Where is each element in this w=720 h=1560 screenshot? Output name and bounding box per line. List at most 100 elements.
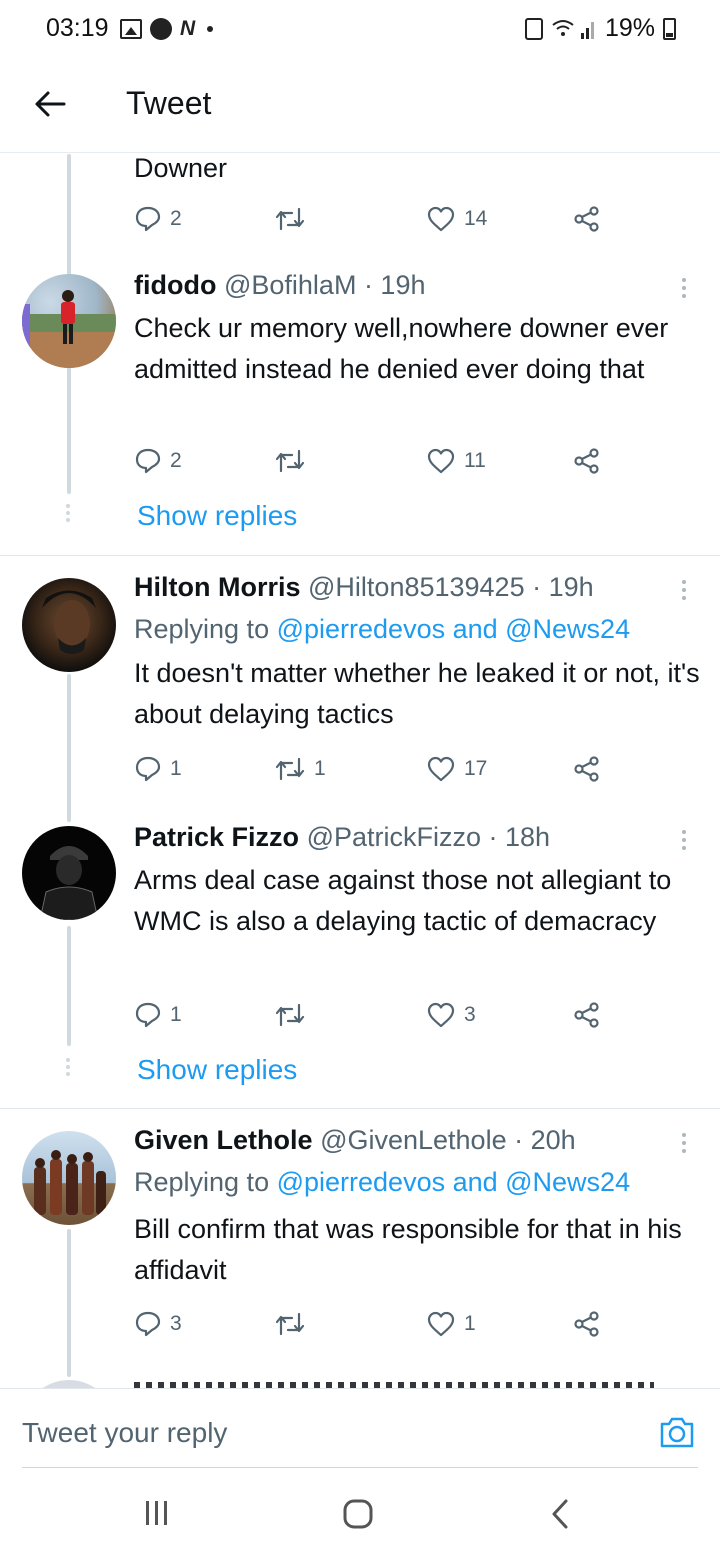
- share-button[interactable]: [572, 998, 602, 1032]
- avatar-image: [22, 290, 116, 368]
- share-icon: [574, 1002, 599, 1028]
- tweet-partial[interactable]: Downer 2 14: [0, 154, 720, 254]
- share-button[interactable]: [572, 444, 602, 478]
- status-time: 03:19: [46, 14, 109, 42]
- like-count: 17: [464, 757, 488, 780]
- avatar[interactable]: [22, 826, 116, 920]
- tweet-fidodo[interactable]: fidodo @BofihlaM · 19h Check ur memory w…: [0, 254, 720, 554]
- like-icon: [427, 1311, 455, 1337]
- display-name[interactable]: Hilton Morris: [134, 572, 301, 602]
- tweet-cutoff[interactable]: [0, 1376, 720, 1388]
- like-icon: [427, 756, 455, 782]
- reply-input[interactable]: Tweet your reply: [22, 1417, 227, 1449]
- camera-icon: [660, 1417, 694, 1448]
- handle-time: @BofihlaM · 19h: [223, 270, 426, 300]
- replies-feed[interactable]: Downer 2 14 fidodo @BofihlaM · 19h Check…: [0, 154, 720, 1388]
- retweet-button[interactable]: [274, 1307, 314, 1341]
- wifi-signal-icon: [552, 19, 594, 39]
- display-name[interactable]: Given Lethole: [134, 1125, 313, 1155]
- back-button[interactable]: [30, 84, 70, 124]
- tweet-text: Downer: [134, 154, 228, 183]
- mention-links[interactable]: @pierredevos and @News24: [277, 614, 631, 644]
- tweet-text: Check ur memory well,nowhere downer ever…: [134, 313, 669, 384]
- more-icon[interactable]: [682, 830, 686, 850]
- reply-count: 2: [170, 207, 182, 230]
- reply-count: 1: [170, 1003, 182, 1026]
- recents-icon: [146, 1501, 167, 1525]
- avatar[interactable]: [22, 1131, 116, 1225]
- share-icon: [574, 1311, 599, 1337]
- tweet-header: Patrick Fizzo @PatrickFizzo · 18h: [134, 822, 550, 853]
- gallery-icon: [120, 19, 142, 39]
- handle-time: @GivenLethole · 20h: [320, 1125, 576, 1155]
- status-right: 19%: [524, 14, 676, 43]
- like-button[interactable]: 1: [426, 1307, 476, 1341]
- more-icon[interactable]: [682, 580, 686, 600]
- like-button[interactable]: 11: [426, 444, 486, 478]
- avatar[interactable]: [22, 1380, 116, 1388]
- show-replies-link[interactable]: Show replies: [137, 1054, 297, 1086]
- reply-icon: [135, 206, 161, 232]
- reply-icon: [135, 1002, 161, 1028]
- battery-icon: [663, 17, 676, 40]
- retweet-button[interactable]: 1: [274, 752, 326, 786]
- avatar-image: [39, 846, 99, 920]
- notification-icons: N: [120, 17, 214, 41]
- share-button[interactable]: [572, 752, 602, 786]
- tweet-patrick-fizzo[interactable]: Patrick Fizzo @PatrickFizzo · 18h Arms d…: [0, 806, 720, 1106]
- retweet-icon: [275, 1312, 305, 1336]
- reply-composer: Tweet your reply: [0, 1388, 720, 1468]
- tweet-text: Arms deal case against those not allegia…: [134, 865, 672, 936]
- reply-icon: [135, 756, 161, 782]
- more-icon[interactable]: [682, 278, 686, 298]
- display-name[interactable]: Patrick Fizzo: [134, 822, 299, 852]
- avatar[interactable]: [22, 274, 116, 368]
- retweet-button[interactable]: [274, 202, 314, 236]
- replying-to: Replying to @pierredevos and @News24: [134, 614, 630, 645]
- page-title: Tweet: [126, 85, 212, 121]
- more-icon[interactable]: [682, 1133, 686, 1153]
- show-replies-link[interactable]: Show replies: [137, 500, 297, 532]
- reply-button[interactable]: 3: [134, 1307, 182, 1341]
- tweet-header: fidodo @BofihlaM · 19h: [134, 270, 425, 301]
- chrome-icon: [150, 18, 172, 40]
- camera-button[interactable]: [658, 1414, 696, 1450]
- share-button[interactable]: [572, 202, 602, 236]
- avatar-image: [42, 590, 96, 654]
- mention-links[interactable]: @pierredevos and @News24: [277, 1167, 631, 1197]
- retweet-icon: [275, 1003, 305, 1027]
- tweet-actions: 3 1: [134, 1307, 614, 1341]
- tweet-actions: 1 1 17: [134, 752, 614, 786]
- tweet-given-lethole[interactable]: Given Lethole @GivenLethole · 20h Replyi…: [0, 1109, 720, 1359]
- system-nav-bar: [0, 1468, 720, 1560]
- like-icon: [427, 1002, 455, 1028]
- retweet-button[interactable]: [274, 998, 314, 1032]
- lock-icon: [524, 17, 543, 40]
- retweet-button[interactable]: [274, 444, 314, 478]
- share-button[interactable]: [572, 1307, 602, 1341]
- recents-button[interactable]: [142, 1498, 172, 1533]
- system-back-button[interactable]: [548, 1498, 572, 1535]
- reply-button[interactable]: 2: [134, 444, 182, 478]
- replying-to: Replying to @pierredevos and @News24: [134, 1167, 630, 1198]
- like-icon: [427, 206, 455, 232]
- display-name[interactable]: fidodo: [134, 270, 216, 300]
- reply-button[interactable]: 2: [134, 202, 182, 236]
- retweet-icon: [275, 207, 305, 231]
- tweet-actions: 2 11: [134, 444, 614, 478]
- reply-button[interactable]: 1: [134, 752, 182, 786]
- avatar[interactable]: [22, 578, 116, 672]
- retweet-icon: [275, 449, 305, 473]
- home-button[interactable]: [342, 1498, 374, 1535]
- share-icon: [574, 206, 599, 232]
- like-count: 11: [464, 449, 486, 472]
- like-button[interactable]: 3: [426, 998, 476, 1032]
- handle-time: @PatrickFizzo · 18h: [306, 822, 551, 852]
- like-button[interactable]: 14: [426, 202, 487, 236]
- like-button[interactable]: 17: [426, 752, 487, 786]
- retweet-icon: [275, 757, 305, 781]
- like-count: 1: [464, 1312, 476, 1335]
- tweet-hilton-morris[interactable]: Hilton Morris @Hilton85139425 · 19h Repl…: [0, 556, 720, 806]
- tweet-text: Bill confirm that was responsible for th…: [134, 1214, 682, 1285]
- reply-button[interactable]: 1: [134, 998, 182, 1032]
